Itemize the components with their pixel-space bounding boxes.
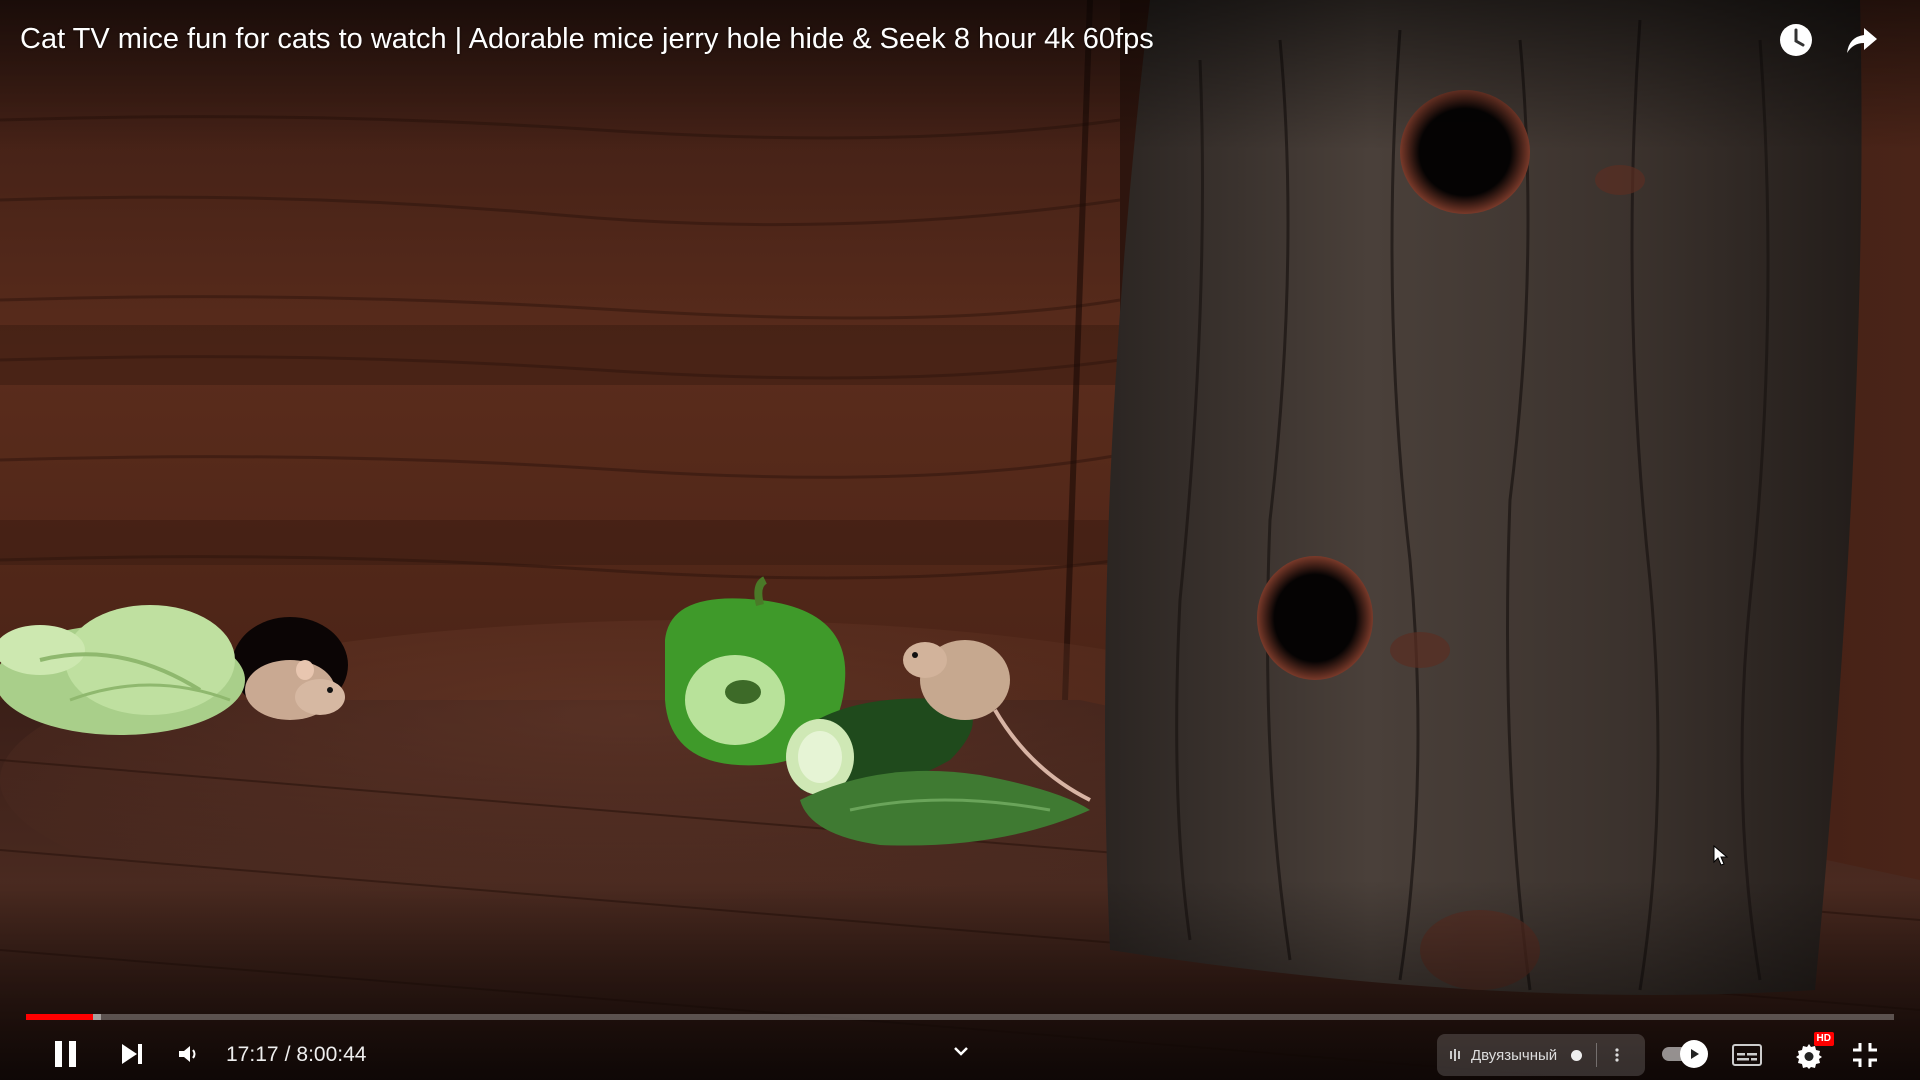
- next-icon: [122, 1044, 142, 1064]
- exit-fullscreen-button[interactable]: [1846, 1036, 1884, 1074]
- subtitles-button[interactable]: [1728, 1036, 1766, 1074]
- subtitles-icon: [1732, 1044, 1762, 1066]
- more-vertical-icon[interactable]: [1609, 1046, 1625, 1064]
- settings-button[interactable]: HD: [1790, 1032, 1834, 1074]
- next-button[interactable]: [112, 1034, 152, 1074]
- time-separator: /: [284, 1043, 291, 1066]
- video-frame[interactable]: [0, 0, 1920, 1080]
- hd-badge: HD: [1813, 1032, 1834, 1046]
- pause-icon: [55, 1041, 76, 1067]
- clock-icon: [1780, 24, 1812, 56]
- watch-later-button[interactable]: [1776, 20, 1816, 60]
- volume-button[interactable]: [170, 1034, 206, 1074]
- video-title[interactable]: Cat TV mice fun for cats to watch | Ador…: [20, 20, 1154, 58]
- controls-bar: 17:17/8:00:44 Двуязычный HD: [0, 1030, 1920, 1080]
- volume-icon: [179, 1046, 196, 1062]
- exit-fullscreen-icon: [1853, 1043, 1877, 1067]
- current-time: 17:17: [226, 1043, 279, 1066]
- top-actions: [1776, 20, 1882, 60]
- chevron-down-icon: [954, 1047, 968, 1056]
- share-button[interactable]: [1842, 20, 1882, 60]
- audio-track-label: Двуязычный: [1471, 1046, 1558, 1064]
- video-player[interactable]: Cat TV mice fun for cats to watch | Ador…: [0, 0, 1920, 1080]
- progress-bar[interactable]: [26, 1014, 1894, 1020]
- time-display: 17:17/8:00:44: [226, 1042, 366, 1068]
- mouse-cursor-icon: [1713, 845, 1729, 866]
- play-pause-button[interactable]: [46, 1034, 86, 1074]
- duration: 8:00:44: [296, 1043, 367, 1066]
- audio-track-icon: [1450, 1049, 1460, 1061]
- chapter-toggle-button[interactable]: [950, 1040, 972, 1062]
- audio-track-dot: [1571, 1049, 1583, 1061]
- audio-divider: [1596, 1043, 1598, 1067]
- progress-played: [26, 1014, 94, 1020]
- audio-track-chip[interactable]: Двуязычный: [1437, 1034, 1645, 1076]
- autoplay-toggle-icon: [1680, 1040, 1708, 1068]
- share-arrow-icon: [1847, 28, 1877, 53]
- autoplay-toggle[interactable]: [1660, 1040, 1710, 1068]
